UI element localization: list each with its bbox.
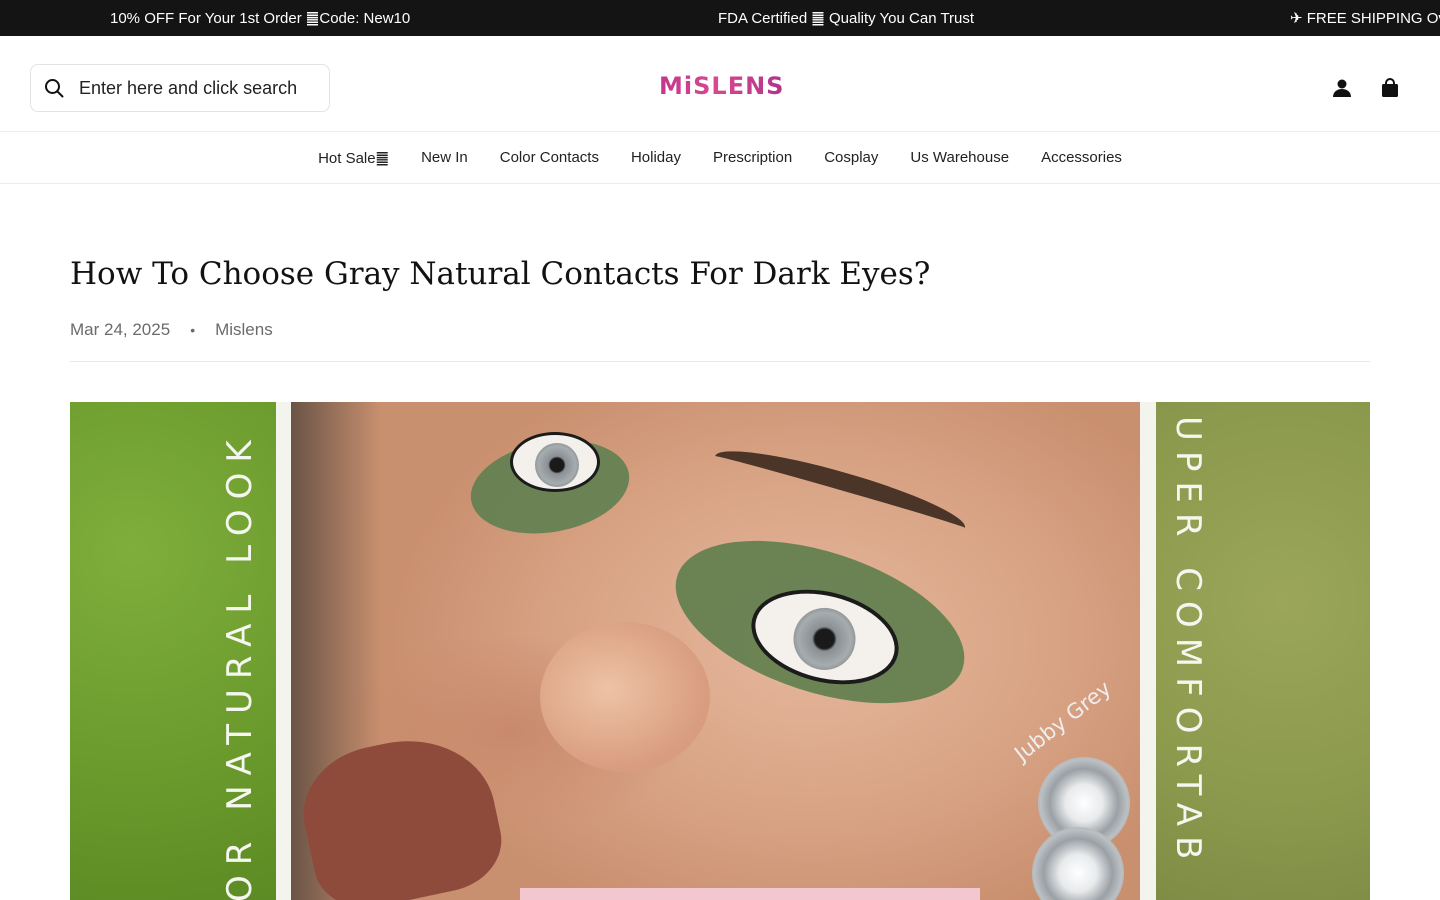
hero-left-strip xyxy=(276,402,291,900)
announcement-item[interactable]: FDA Certified ䷀ Quality You Can Trust xyxy=(718,9,974,27)
nose xyxy=(540,622,710,772)
nav-item-cosplay[interactable]: Cosplay xyxy=(824,149,878,166)
hero-right-text: UPER COMFORTAB xyxy=(1168,416,1208,870)
search-icon[interactable] xyxy=(43,77,65,99)
nav-item-holiday[interactable]: Holiday xyxy=(631,149,681,166)
nav-item-color-contacts[interactable]: Color Contacts xyxy=(500,149,599,166)
iris xyxy=(535,443,579,487)
hero-right-strip xyxy=(1140,402,1156,900)
main-nav: Hot Sale䷀ New In Color Contacts Holiday … xyxy=(0,132,1440,184)
search-box[interactable] xyxy=(30,64,330,112)
announcement-item[interactable]: 10% OFF For Your 1st Order ䷀Code: New10 xyxy=(110,9,410,27)
account-icon[interactable] xyxy=(1330,76,1354,100)
announcement-bar: 10% OFF For Your 1st Order ䷀Code: New10 … xyxy=(0,0,1440,36)
article-hero-image: Jubby Grey OR NATURAL LOOK UPER COMFORTA… xyxy=(70,402,1370,900)
meta-separator: • xyxy=(190,322,196,338)
nav-item-new-in[interactable]: New In xyxy=(421,149,468,166)
nav-item-accessories[interactable]: Accessories xyxy=(1041,149,1122,166)
divider xyxy=(70,361,1370,362)
cart-icon[interactable] xyxy=(1378,76,1402,100)
nav-item-hot-sale[interactable]: Hot Sale䷀ xyxy=(318,149,389,167)
hero-left-text: OR NATURAL LOOK xyxy=(220,430,260,900)
iris xyxy=(786,601,863,677)
product-box xyxy=(520,888,980,900)
article-author: Mislens xyxy=(215,320,273,339)
announcement-item[interactable]: ✈ FREE SHIPPING Ov xyxy=(1290,9,1440,27)
article-date: Mar 24, 2025 xyxy=(70,320,171,339)
site-header: MiSLENS xyxy=(0,36,1440,132)
eye xyxy=(510,432,600,492)
site-logo[interactable]: MiSLENS xyxy=(659,72,784,100)
article-title: How To Choose Gray Natural Contacts For … xyxy=(70,256,931,292)
search-input[interactable] xyxy=(79,77,309,99)
nav-item-us-warehouse[interactable]: Us Warehouse xyxy=(910,149,1009,166)
nav-item-prescription[interactable]: Prescription xyxy=(713,149,792,166)
article-meta: Mar 24, 2025 • Mislens xyxy=(70,320,273,340)
